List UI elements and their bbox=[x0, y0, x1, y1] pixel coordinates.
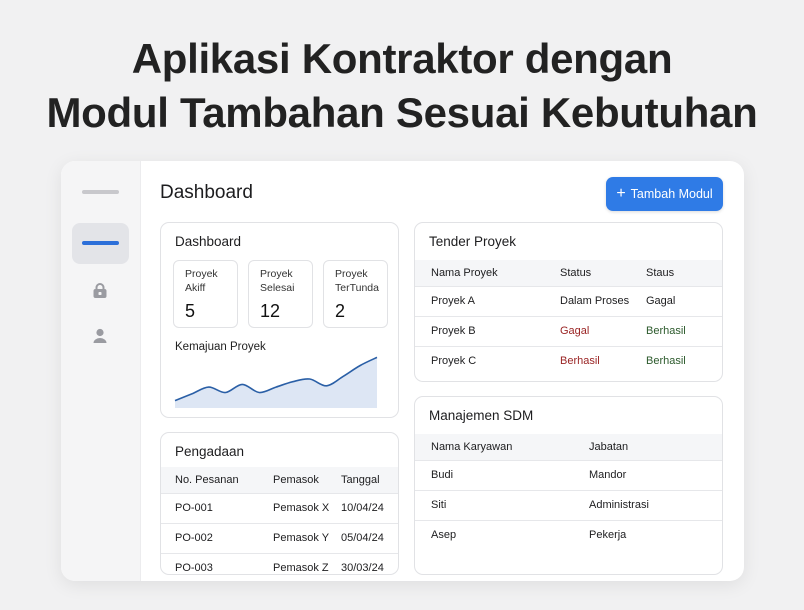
column-header: Jabatan bbox=[589, 440, 629, 453]
stat-proyek-aktif[interactable]: Proyek Akiff 5 bbox=[173, 260, 238, 328]
stat-value: 12 bbox=[260, 301, 281, 321]
progress-chart bbox=[174, 356, 378, 408]
stat-proyek-tertunda[interactable]: Proyek TerTunda 2 bbox=[323, 260, 388, 328]
cell-supplier: Pemasok X bbox=[273, 502, 330, 514]
page-headline: Aplikasi Kontraktor dengan Modul Tambaha… bbox=[0, 32, 804, 140]
cell-date: 30/03/24 bbox=[341, 562, 384, 575]
tender-card: Tender Proyek Nama Proyek Status Staus P… bbox=[414, 222, 723, 382]
cell-staus: Gagal bbox=[646, 295, 676, 307]
cell-status: Berhasil bbox=[560, 355, 600, 368]
hr-table: Nama Karyawan Jabatan Budi Mandor Siti A… bbox=[415, 434, 722, 550]
table-row[interactable]: PO-001 Pemasok X 10/04/24 bbox=[161, 493, 398, 523]
column-header: Nama Proyek bbox=[431, 266, 498, 279]
stat-proyek-selesai[interactable]: Proyek Selesai 12 bbox=[248, 260, 313, 328]
tender-table: Nama Proyek Status Staus Proyek A Dalam … bbox=[415, 260, 722, 376]
cell-staus: Berhasil bbox=[646, 355, 686, 368]
add-module-button[interactable]: + Tambah Modul bbox=[606, 177, 723, 211]
table-row[interactable]: Budi Mandor bbox=[415, 460, 722, 490]
column-header: Nama Karyawan bbox=[431, 440, 513, 453]
cell-status: Dalam Proses bbox=[560, 295, 630, 307]
cell-date: 05/04/24 bbox=[341, 532, 384, 544]
column-header: Pemasok bbox=[273, 473, 319, 486]
dashboard-card: Dashboard Proyek Akiff 5 Proyek Selesai … bbox=[160, 222, 399, 418]
table-row[interactable]: Asep Pekerja bbox=[415, 520, 722, 550]
add-module-label: Tambah Modul bbox=[630, 187, 713, 201]
headline-line-1: Aplikasi Kontraktor dengan bbox=[131, 35, 673, 82]
stat-label: Proyek Akiff bbox=[185, 268, 218, 294]
cell-position: Pekerja bbox=[589, 529, 627, 542]
cell-supplier: Pemasok Z bbox=[273, 562, 329, 575]
hr-card: Manajemen SDM Nama Karyawan Jabatan Budi… bbox=[414, 396, 723, 575]
cell-project-name: Proyek B bbox=[431, 325, 476, 337]
hr-card-title: Manajemen SDM bbox=[429, 408, 534, 423]
headline-line-2: Modul Tambahan Sesuai Kebutuhan bbox=[46, 89, 758, 136]
lock-icon[interactable] bbox=[91, 282, 109, 300]
plus-icon: + bbox=[616, 185, 626, 202]
procurement-table: No. Pesanan Pemasok Tanggal PO-001 Pemas… bbox=[161, 467, 398, 575]
cell-order-no: PO-003 bbox=[175, 562, 213, 575]
menu-bar-icon[interactable] bbox=[82, 190, 119, 194]
cell-position: Administrasi bbox=[589, 499, 649, 511]
cell-project-name: Proyek C bbox=[431, 355, 477, 368]
tender-card-title: Tender Proyek bbox=[429, 234, 517, 249]
table-row[interactable]: Proyek A Dalam Proses Gagal bbox=[415, 286, 722, 316]
column-header: Tanggal bbox=[341, 473, 380, 486]
table-header-row: Nama Proyek Status Staus bbox=[415, 260, 722, 286]
procurement-card: Pengadaan No. Pesanan Pemasok Tanggal PO… bbox=[160, 432, 399, 575]
table-header-row: Nama Karyawan Jabatan bbox=[415, 434, 722, 460]
cell-employee-name: Asep bbox=[431, 529, 457, 542]
table-row[interactable]: PO-002 Pemasok Y 05/04/24 bbox=[161, 523, 398, 553]
procurement-card-title: Pengadaan bbox=[175, 444, 245, 459]
user-icon[interactable] bbox=[91, 327, 109, 345]
chart-area bbox=[175, 357, 377, 408]
table-row[interactable]: Proyek C Berhasil Berhasil bbox=[415, 346, 722, 376]
cell-status: Gagal bbox=[560, 325, 590, 337]
sidebar bbox=[61, 161, 141, 581]
dashboard-card-title: Dashboard bbox=[175, 234, 242, 249]
column-header: Staus bbox=[646, 266, 675, 279]
table-row[interactable]: Proyek B Gagal Berhasil bbox=[415, 316, 722, 346]
table-row[interactable]: PO-003 Pemasok Z 30/03/24 bbox=[161, 553, 398, 575]
cell-project-name: Proyek A bbox=[431, 295, 476, 307]
page-title: Dashboard bbox=[160, 182, 253, 203]
cell-date: 10/04/24 bbox=[341, 502, 384, 514]
cell-supplier: Pemasok Y bbox=[273, 532, 330, 544]
stat-label: Proyek Selesai bbox=[260, 268, 295, 294]
sidebar-item-dashboard[interactable] bbox=[72, 223, 129, 264]
table-header-row: No. Pesanan Pemasok Tanggal bbox=[161, 467, 398, 493]
dashboard-bar-icon bbox=[82, 241, 119, 245]
table-row[interactable]: Siti Administrasi bbox=[415, 490, 722, 520]
cell-order-no: PO-001 bbox=[175, 502, 213, 514]
stat-label: Proyek TerTunda bbox=[335, 268, 379, 294]
cell-position: Mandor bbox=[589, 469, 627, 481]
app-window: Dashboard + Tambah Modul Dashboard Proye… bbox=[61, 161, 744, 581]
cell-employee-name: Siti bbox=[431, 499, 447, 511]
column-header: Status bbox=[560, 266, 592, 279]
column-header: No. Pesanan bbox=[175, 473, 239, 486]
cell-employee-name: Budi bbox=[431, 469, 454, 481]
cell-order-no: PO-002 bbox=[175, 532, 213, 544]
stat-value: 5 bbox=[185, 301, 196, 321]
stat-value: 2 bbox=[335, 301, 346, 321]
cell-staus: Berhasil bbox=[646, 325, 686, 337]
